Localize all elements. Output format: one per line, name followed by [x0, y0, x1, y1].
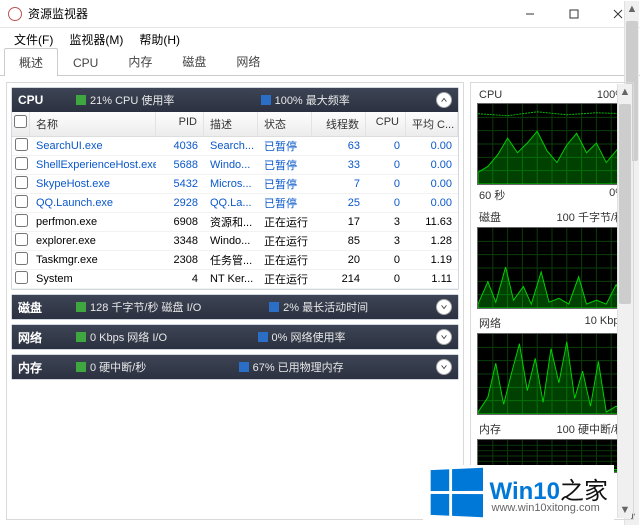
row-checkbox[interactable] — [15, 157, 28, 170]
col-avg[interactable]: 平均 C... — [406, 112, 458, 136]
panel-disk: 磁盘 128 千字节/秒 磁盘 I/O 2% 最长活动时间 — [11, 294, 459, 320]
right-scrollbar[interactable]: ▲ ▼ — [617, 84, 632, 518]
tab-network[interactable]: 网络 — [221, 47, 275, 75]
watermark-url: www.win10xitong.com — [492, 502, 608, 514]
menubar: 文件(F) 监视器(M) 帮助(H) — [0, 28, 640, 50]
row-checkbox[interactable] — [15, 138, 28, 151]
tab-disk[interactable]: 磁盘 — [167, 47, 221, 75]
row-checkbox[interactable] — [15, 176, 28, 189]
panel-header-disk[interactable]: 磁盘 128 千字节/秒 磁盘 I/O 2% 最长活动时间 — [12, 295, 458, 319]
chevron-down-icon[interactable] — [436, 299, 452, 315]
panel-header-cpu[interactable]: CPU 21% CPU 使用率 100% 最大频率 — [12, 88, 458, 112]
table-row[interactable]: System4NT Ker...正在运行21401.11 — [12, 270, 458, 289]
table-row[interactable]: perfmon.exe6908资源和...正在运行17311.63 — [12, 213, 458, 232]
window-title: 资源监视器 — [28, 5, 508, 22]
row-checkbox[interactable] — [15, 252, 28, 265]
panel-memory: 内存 0 硬中断/秒 67% 已用物理内存 — [11, 354, 459, 380]
col-threads[interactable]: 线程数 — [312, 112, 366, 136]
titlebar: 资源监视器 — [0, 0, 640, 28]
panel-cpu: CPU 21% CPU 使用率 100% 最大频率 名称 PID 描述 状态 线… — [11, 87, 459, 290]
table-row[interactable]: QQ.Launch.exe2928QQ.La...已暂停2500.00 — [12, 194, 458, 213]
table-row[interactable]: explorer.exe3348Windo...正在运行8531.28 — [12, 232, 458, 251]
windows-logo-icon — [430, 468, 482, 518]
maximize-button[interactable] — [552, 0, 596, 28]
watermark-logo: Win10之家 www.win10xitong.com — [423, 465, 614, 520]
process-grid-header: 名称 PID 描述 状态 线程数 CPU 平均 C... — [12, 112, 458, 137]
panel-network: 网络 0 Kbps 网络 I/O 0% 网络使用率 — [11, 324, 459, 350]
chevron-down-icon[interactable] — [436, 329, 452, 345]
panel-label: CPU — [18, 93, 66, 107]
table-row[interactable]: Taskmgr.exe2308任务管...正在运行2001.19 — [12, 251, 458, 270]
chevron-up-icon[interactable] — [436, 92, 452, 108]
cpu-maxfreq-stat: 100% 最大频率 — [261, 92, 350, 108]
menu-file[interactable]: 文件(F) — [6, 29, 61, 50]
mini-graph-cpu: CPU100% 60 秒0% — [477, 89, 627, 203]
app-icon — [8, 7, 22, 21]
select-all-checkbox[interactable] — [14, 115, 27, 128]
row-checkbox[interactable] — [15, 214, 28, 227]
mini-graph-network: 网络10 Kbps — [477, 315, 627, 415]
panel-header-memory[interactable]: 内存 0 硬中断/秒 67% 已用物理内存 — [12, 355, 458, 379]
col-status[interactable]: 状态 — [258, 112, 312, 136]
table-row[interactable]: SearchUI.exe4036Search...已暂停6300.00 — [12, 137, 458, 156]
col-cpu[interactable]: CPU — [366, 112, 406, 136]
chevron-down-icon[interactable] — [436, 359, 452, 375]
table-row[interactable]: ShellExperienceHost.exe5688Windo...已暂停33… — [12, 156, 458, 175]
right-pane: CPU100% 60 秒0% 磁盘100 千字节/秒 网络10 Kbps 内 — [470, 82, 634, 520]
tab-overview[interactable]: 概述 — [4, 48, 58, 76]
minimize-button[interactable] — [508, 0, 552, 28]
table-row[interactable]: SkypeHost.exe5432Micros...已暂停700.00 — [12, 175, 458, 194]
col-name[interactable]: 名称 — [30, 112, 156, 136]
tab-memory[interactable]: 内存 — [113, 47, 167, 75]
col-desc[interactable]: 描述 — [204, 112, 258, 136]
mini-graph-disk: 磁盘100 千字节/秒 — [477, 209, 627, 309]
row-checkbox[interactable] — [15, 271, 28, 284]
col-pid[interactable]: PID — [156, 112, 204, 136]
row-checkbox[interactable] — [15, 233, 28, 246]
left-pane: CPU 21% CPU 使用率 100% 最大频率 名称 PID 描述 状态 线… — [6, 82, 464, 520]
cpu-usage-stat: 21% CPU 使用率 — [76, 92, 174, 108]
panel-header-network[interactable]: 网络 0 Kbps 网络 I/O 0% 网络使用率 — [12, 325, 458, 349]
tab-row: 概述 CPU 内存 磁盘 网络 — [0, 50, 640, 76]
tab-cpu[interactable]: CPU — [58, 50, 113, 75]
row-checkbox[interactable] — [15, 195, 28, 208]
process-grid-body: SearchUI.exe4036Search...已暂停6300.00Shell… — [12, 137, 458, 289]
